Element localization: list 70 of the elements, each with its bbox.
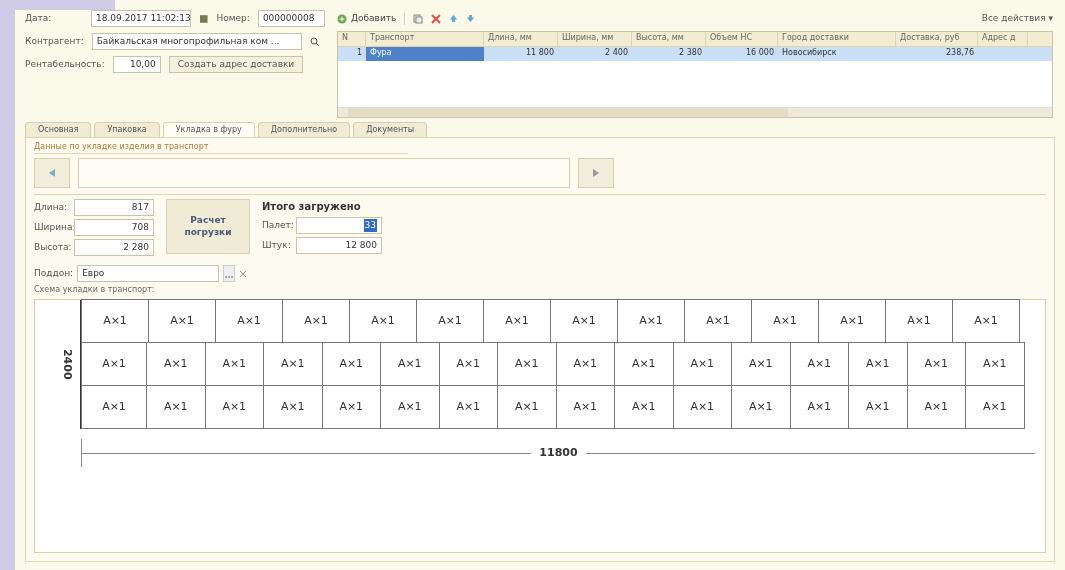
table-cell: Фура — [366, 47, 484, 61]
calculate-load-button[interactable]: Расчет погрузки — [166, 199, 250, 254]
column-header[interactable]: Высота, мм — [632, 32, 706, 46]
plus-circle-icon — [337, 13, 347, 24]
column-header[interactable]: N — [338, 32, 366, 46]
tab[interactable]: Укладка в фуру — [162, 122, 255, 137]
pallet-field[interactable]: Евро — [77, 265, 220, 282]
horizontal-scrollbar[interactable] — [338, 107, 1052, 117]
pallet-cell: A×1 — [952, 299, 1020, 343]
dimension-field[interactable]: 817 — [74, 199, 154, 216]
calendar-icon[interactable] — [199, 13, 209, 24]
copy-icon[interactable] — [413, 13, 424, 24]
table-cell-text: 1 — [355, 47, 363, 59]
add-button[interactable]: Добавить — [337, 11, 397, 26]
pallet-label: Поддон: — [34, 266, 74, 280]
right-arrow-icon — [592, 169, 600, 177]
profit-field[interactable]: 10,00 — [112, 56, 161, 73]
info-field[interactable] — [78, 158, 570, 188]
column-header[interactable]: Объем НС — [706, 32, 778, 46]
counterparty-field[interactable]: Байкальская многопрофильная ком ... — [91, 33, 302, 50]
tab[interactable]: Упаковка — [94, 122, 160, 137]
table-row[interactable]: 1 Фура 11 800 2 400 2 380 16 000 Новосибирск 238,76 — [338, 47, 1052, 61]
previous-button[interactable] — [34, 158, 70, 188]
column-header[interactable]: Ширина, мм — [558, 32, 632, 46]
delete-icon[interactable] — [431, 13, 442, 24]
dimension-field[interactable]: 708 — [74, 219, 154, 236]
left-arrow-icon — [48, 169, 56, 177]
search-icon[interactable] — [309, 36, 320, 47]
table-cell-text: 2 400 — [604, 47, 629, 59]
total-label: Палет: — [262, 218, 292, 232]
total-field[interactable]: 12 800 — [296, 237, 382, 254]
column-header[interactable]: Длина, мм — [484, 32, 558, 46]
pallet-cell: A×1 — [81, 385, 147, 429]
next-button[interactable] — [578, 158, 614, 188]
group-title: Данные по укладке изделия в транспорт — [34, 141, 409, 154]
pallet-cell: A×1 — [965, 385, 1025, 429]
move-up-icon — [449, 14, 459, 23]
length-dimension: 11800 — [538, 444, 579, 461]
ellipsis-icon[interactable] — [223, 265, 236, 282]
dimension-label: Высота: — [34, 240, 70, 254]
table-cell-text: 16 000 — [745, 47, 775, 59]
tab[interactable]: Документы — [353, 122, 428, 137]
table-cell-text: 2 380 — [678, 47, 703, 59]
total-label: Штук: — [262, 238, 292, 252]
date-label: Дата: — [25, 11, 53, 25]
counterparty-label: Контрагент: — [25, 34, 84, 48]
clear-icon[interactable] — [239, 269, 248, 278]
table-cell-text: 238,76 — [945, 47, 975, 59]
number-label: Номер: — [216, 11, 250, 25]
scheme-title: Схема укладки в транспорт: — [34, 284, 156, 296]
tab[interactable]: Дополнительно — [257, 122, 351, 137]
table-cell-text: 11 800 — [525, 47, 555, 59]
all-actions-menu[interactable]: Все действия ▾ — [981, 11, 1053, 26]
create-address-button[interactable]: Создать адрес доставки — [168, 56, 304, 73]
table-cell-text: Новосибирск — [781, 47, 838, 59]
pallet-cell: A×1 — [81, 299, 149, 343]
column-header[interactable]: Адрес д — [978, 32, 1028, 46]
move-down-icon — [466, 14, 476, 23]
height-dimension: 2400 — [59, 349, 75, 380]
totals-title: Итого загружено — [262, 200, 362, 214]
date-field[interactable]: 18.09.2017 11:02:13 — [91, 10, 191, 27]
column-header[interactable]: Транспорт — [366, 32, 484, 46]
tab[interactable]: Основная — [25, 122, 92, 137]
column-header[interactable]: Город доставки — [778, 32, 896, 46]
profit-label: Рентабельность: — [25, 57, 105, 71]
number-field[interactable]: 000000008 — [257, 10, 325, 27]
dimension-field[interactable]: 2 280 — [74, 239, 154, 256]
column-header[interactable]: Доставка, руб — [896, 32, 978, 46]
total-field[interactable]: 33 — [296, 217, 382, 234]
dimension-label: Длина: — [34, 200, 69, 214]
